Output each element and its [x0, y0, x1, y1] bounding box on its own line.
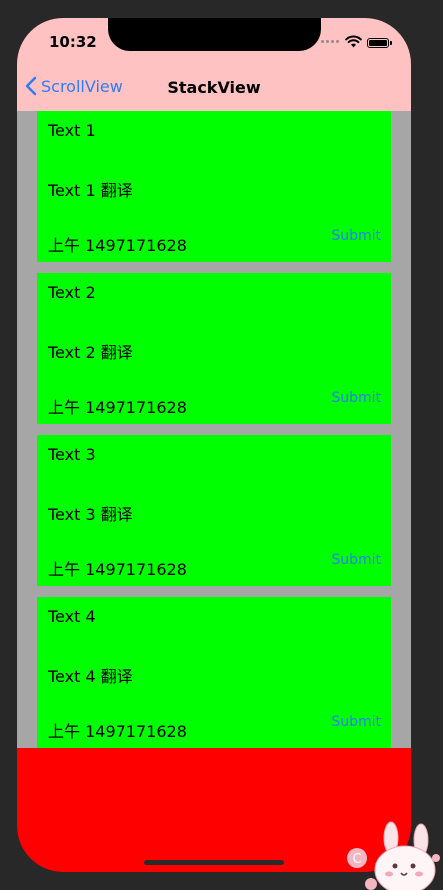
bunny-sticker-icon: C: [347, 821, 440, 890]
item-time: 上午 1497171628: [48, 560, 187, 579]
item-time: 上午 1497171628: [48, 236, 187, 255]
item-text: Text 1: [48, 121, 96, 140]
page-title: StackView: [167, 78, 261, 97]
submit-button[interactable]: Submit: [331, 390, 381, 406]
submit-button[interactable]: Submit: [331, 552, 381, 568]
list-item: Text 4 Text 4 翻译 上午 1497171628 Submit: [37, 597, 391, 748]
scroll-view[interactable]: Text 1 Text 1 翻译 上午 1497171628 Submit Te…: [17, 111, 411, 748]
phone-screen: 10:32 ScrollView StackView Text 1 Text 1…: [17, 18, 411, 872]
item-translation: Text 1 翻译: [48, 181, 133, 200]
item-time: 上午 1497171628: [48, 398, 187, 417]
item-text: Text 3: [48, 445, 96, 464]
item-text: Text 2: [48, 283, 96, 302]
submit-button[interactable]: Submit: [331, 228, 381, 244]
status-time: 10:32: [49, 33, 97, 51]
wifi-icon: [345, 35, 362, 48]
battery-icon: [367, 38, 392, 48]
item-translation: Text 4 翻译: [48, 667, 133, 686]
navigation-bar: 10:32 ScrollView StackView: [17, 18, 411, 111]
list-item: Text 1 Text 1 翻译 上午 1497171628 Submit: [37, 111, 391, 262]
item-time: 上午 1497171628: [48, 722, 187, 741]
home-indicator[interactable]: [144, 860, 284, 865]
item-text: Text 4: [48, 607, 96, 626]
submit-button[interactable]: Submit: [331, 714, 381, 730]
device-notch: [108, 18, 321, 51]
list-item: Text 2 Text 2 翻译 上午 1497171628 Submit: [37, 273, 391, 424]
svg-text:C: C: [352, 852, 361, 867]
item-translation: Text 3 翻译: [48, 505, 133, 524]
item-translation: Text 2 翻译: [48, 343, 133, 362]
signal-dots-icon: [321, 40, 339, 43]
list-item: Text 3 Text 3 翻译 上午 1497171628 Submit: [37, 435, 391, 586]
